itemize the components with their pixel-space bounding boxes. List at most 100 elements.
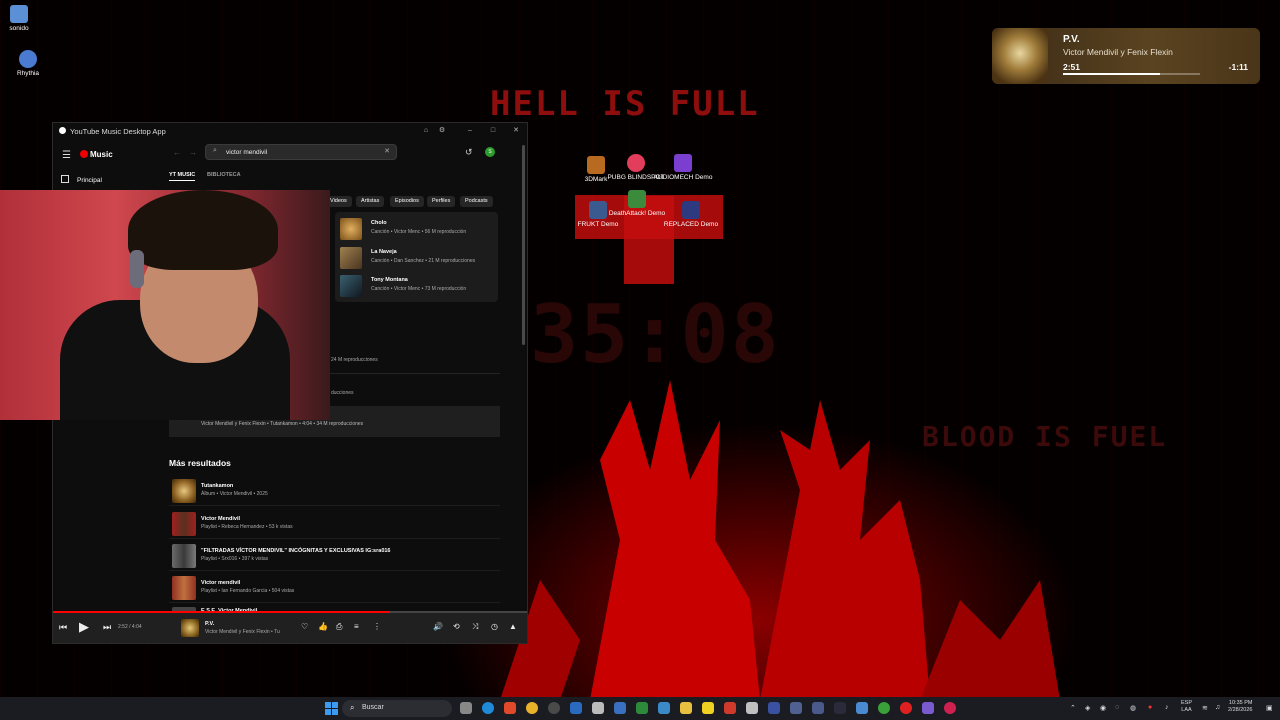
tray-app-icon[interactable]: ◉ — [1100, 704, 1106, 712]
app-icon[interactable] — [878, 702, 890, 714]
chip-profiles[interactable]: Perfiles — [427, 196, 456, 207]
forward-arrow-icon[interactable]: → — [189, 148, 197, 157]
media-flyout[interactable]: P.V. Victor Mendivil y Fenix Flexin 2:51… — [992, 28, 1260, 84]
search-box[interactable]: ⌕ ✕ — [205, 144, 397, 160]
window-titlebar[interactable]: YouTube Music Desktop App ⌂ ⚙ – □ ✕ — [53, 123, 527, 139]
search-input[interactable] — [226, 147, 376, 158]
list-item[interactable]: "FILTRADAS VÍCTOR MENDIVIL" INCÓGNITAS Y… — [169, 541, 500, 571]
discord-icon[interactable] — [922, 702, 934, 714]
save-icon[interactable]: ⎙ — [336, 622, 342, 632]
player-subtitle: Victor Mendivil y Fenix Flexin • Tu — [205, 629, 280, 635]
chip-episodes[interactable]: Episodios — [390, 196, 424, 207]
file-explorer-icon[interactable] — [680, 702, 692, 714]
result-subtitle: Playlist • Ian Fernando Garcia • 504 vis… — [201, 588, 295, 594]
history-icon[interactable]: ↺ — [465, 147, 473, 158]
tray-app-icon[interactable]: ◈ — [1085, 704, 1090, 712]
album-thumbnail — [172, 479, 196, 503]
brave-icon[interactable] — [504, 702, 516, 714]
media-progress-bar[interactable] — [1063, 73, 1200, 75]
chrome-icon[interactable] — [526, 702, 538, 714]
tray-app-icon[interactable]: ● — [1148, 704, 1152, 711]
notifications-icon[interactable]: ▣ — [1266, 704, 1273, 712]
gear-icon — [10, 5, 28, 23]
player-time: 2:52 / 4:04 — [118, 624, 142, 630]
list-item[interactable]: Victor Mendivil Playlist • Rebeca Hernan… — [169, 509, 500, 539]
app-icon[interactable] — [768, 702, 780, 714]
sidebar-item-home[interactable]: Principal — [61, 175, 102, 184]
like-icon[interactable]: 👍 — [318, 622, 328, 631]
tray-app-icon[interactable]: ◌ — [1115, 704, 1119, 711]
playlist-thumbnail — [172, 512, 196, 536]
expand-player-icon[interactable]: ▲ — [509, 622, 517, 631]
playlist-thumbnail — [172, 544, 196, 568]
task-view-icon[interactable] — [460, 702, 472, 714]
tab-biblioteca[interactable]: BIBLIOTECA — [207, 172, 241, 178]
settings-gear-icon[interactable]: ⚙ — [437, 126, 447, 136]
hamburger-menu-icon[interactable]: ☰ — [62, 150, 71, 161]
list-item[interactable]: Tutankamon Álbum • Victor Mendivil • 202… — [169, 476, 500, 506]
volume-icon[interactable]: ♫ — [1215, 704, 1220, 711]
back-arrow-icon[interactable]: ← — [173, 148, 181, 157]
player-progress-bar[interactable] — [53, 611, 527, 613]
app-icon[interactable] — [812, 702, 824, 714]
wifi-icon[interactable]: ≋ — [1202, 704, 1208, 712]
desktop-icon-replaced[interactable]: REPLACED Demo — [659, 201, 723, 229]
app-icon[interactable] — [658, 702, 670, 714]
scrollbar[interactable] — [522, 145, 525, 345]
next-icon[interactable]: ⏭ — [103, 622, 111, 633]
minimize-button[interactable]: – — [465, 126, 475, 136]
app-icon[interactable] — [746, 702, 758, 714]
chevron-up-icon[interactable]: ⌃ — [1070, 704, 1076, 712]
microphone-icon[interactable]: ♪ — [1165, 704, 1169, 711]
add-to-queue-icon[interactable]: ≡ — [354, 622, 359, 631]
app-icon[interactable] — [790, 702, 802, 714]
chip-artists[interactable]: Artistas — [356, 196, 385, 207]
pinterest-icon[interactable] — [944, 702, 956, 714]
repeat-icon[interactable]: ⟲ — [453, 622, 460, 631]
volume-icon[interactable]: 🔊 — [433, 622, 443, 631]
player-progress-fill — [53, 611, 390, 613]
previous-icon[interactable]: ⏮ — [59, 622, 67, 633]
app-icon[interactable] — [702, 702, 714, 714]
taskbar-search[interactable]: ⌕ Buscar — [342, 700, 452, 717]
avatar[interactable]: S — [485, 147, 495, 157]
yt-music-logo[interactable]: Music — [80, 150, 113, 159]
chip-podcasts[interactable]: Podcasts — [460, 196, 493, 207]
sleep-timer-icon[interactable]: ◷ — [491, 622, 498, 631]
desktop-icon-rhythia[interactable]: Rhythia — [12, 50, 44, 78]
more-options-icon[interactable]: ⋮ — [373, 622, 381, 631]
app-icon[interactable] — [834, 702, 846, 714]
desktop-icon-sonido[interactable]: sonido — [4, 5, 34, 33]
clock[interactable]: 10:35 PM 2/28/2026 — [1228, 700, 1252, 714]
desktop-icon-audiomech[interactable]: AUDIOMECH Demo — [651, 154, 715, 182]
shuffle-icon[interactable]: ⤨ — [472, 622, 478, 632]
dislike-icon[interactable]: ♡ — [301, 622, 308, 631]
list-item[interactable]: Tony Montana Canción • Victor Menc • 73 … — [340, 274, 495, 298]
steam-icon[interactable] — [614, 702, 626, 714]
tab-yt-music[interactable]: YT MUSIC — [169, 172, 196, 181]
windows-start-icon[interactable] — [325, 702, 338, 715]
close-button[interactable]: ✕ — [511, 126, 521, 136]
app-icon[interactable] — [592, 702, 604, 714]
language-indicator[interactable]: ESP LAA — [1181, 700, 1192, 714]
clear-search-icon[interactable]: ✕ — [384, 147, 390, 155]
app-icon[interactable] — [636, 702, 648, 714]
tray-app-icon[interactable]: ◍ — [1130, 704, 1136, 712]
webcam-overlay — [0, 190, 330, 420]
list-item[interactable]: La Naveja Canción • Dan Sanchez • 21 M r… — [340, 246, 495, 270]
app-icon[interactable] — [856, 702, 868, 714]
maximize-button[interactable]: □ — [488, 126, 498, 136]
list-item[interactable]: Cholo Canción • Victor Menc • 56 M repro… — [340, 217, 495, 241]
home-icon[interactable]: ⌂ — [421, 126, 431, 136]
play-icon[interactable]: ▶ — [79, 619, 89, 635]
desktop: HELL IS FULL 35:08 BLOOD IS FUEL sonido … — [0, 0, 1280, 697]
row-plays-fragment: 24 M reproducciones — [331, 357, 378, 363]
app-icon[interactable] — [548, 702, 560, 714]
media-artist: Victor Mendivil y Fenix Flexin — [1063, 47, 1173, 57]
app-icon[interactable] — [570, 702, 582, 714]
edge-icon[interactable] — [482, 702, 494, 714]
list-item[interactable]: Victor mendivil Playlist • Ian Fernando … — [169, 573, 500, 603]
album-art — [992, 28, 1048, 84]
app-icon[interactable] — [724, 702, 736, 714]
youtube-music-icon[interactable] — [900, 702, 912, 714]
